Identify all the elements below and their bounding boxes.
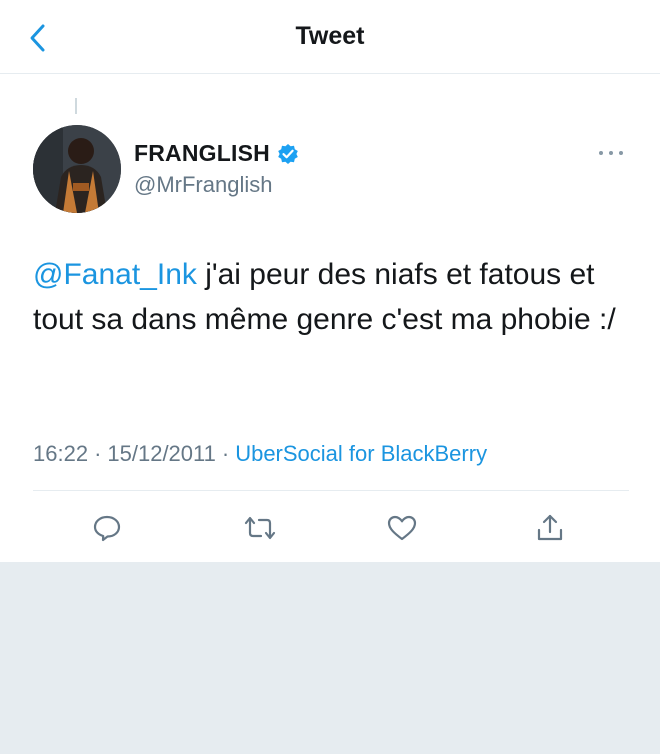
meta-separator: · [94, 441, 102, 466]
tweet-time: 16:22 [33, 441, 89, 466]
retweet-button[interactable] [242, 510, 278, 546]
author-name-row: FRANGLISH [134, 140, 299, 167]
tweet-screen: Tweet FRANGLISH @MrFranglish @Fanat_Ink … [0, 0, 660, 754]
like-button[interactable] [384, 510, 420, 546]
retweet-icon [244, 516, 276, 540]
meta-separator: · [221, 441, 230, 466]
reply-button[interactable] [89, 510, 125, 546]
author-name[interactable]: FRANGLISH [134, 140, 270, 167]
share-button[interactable] [532, 510, 568, 546]
share-icon [537, 514, 563, 541]
top-bar: Tweet [0, 0, 660, 74]
more-options-button[interactable] [596, 142, 626, 164]
heart-icon [387, 515, 417, 541]
page-title: Tweet [295, 22, 365, 50]
avatar[interactable] [33, 125, 121, 213]
more-horizontal-icon [599, 151, 623, 155]
avatar-photo [33, 125, 121, 213]
tweet-source-link[interactable]: UberSocial for BlackBerry [235, 441, 487, 466]
tweet-meta: 16:22 · 15/12/2011 · UberSocial for BlackBer… [33, 441, 487, 467]
empty-replies-area [0, 562, 660, 754]
reply-icon [93, 515, 121, 542]
tweet-text: @Fanat_Ink j'ai peur des niafs et fatous… [33, 252, 633, 342]
tweet-date: 15/12/2011 [107, 441, 216, 466]
thread-connector [75, 98, 77, 114]
mention-link[interactable]: @Fanat_Ink [33, 258, 197, 291]
divider [33, 490, 629, 491]
author-handle[interactable]: @MrFranglish [134, 172, 272, 198]
verified-badge-icon [277, 143, 299, 165]
action-bar [0, 500, 660, 560]
